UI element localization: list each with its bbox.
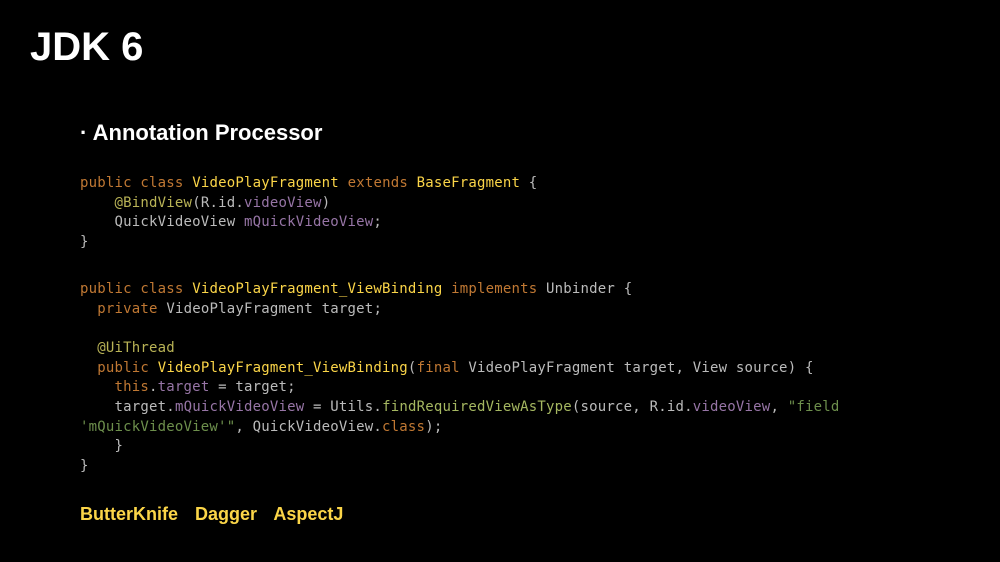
brace: } — [80, 234, 89, 250]
keyword-final: final — [417, 360, 460, 376]
var-ref: target — [115, 399, 167, 415]
slide-subtitle: · Annotation Processor — [80, 120, 970, 146]
keyword-public: public — [97, 360, 149, 376]
dot: . — [658, 399, 667, 415]
indent — [80, 360, 97, 376]
utils-ref: Utils — [330, 399, 373, 415]
dot: . — [373, 419, 382, 435]
indent — [80, 195, 115, 211]
semi: ; — [373, 214, 382, 230]
dot: . — [209, 195, 218, 211]
comma: , — [675, 360, 692, 376]
indent — [80, 399, 115, 415]
keyword-private: private — [97, 301, 157, 317]
brace: { — [520, 175, 537, 191]
keyword-this: this — [115, 379, 150, 395]
assign: = target; — [209, 379, 295, 395]
indent — [80, 438, 115, 454]
indent — [80, 340, 97, 356]
keyword-class: class — [140, 175, 183, 191]
brace: } — [115, 438, 124, 454]
class-name: VideoPlayFragment — [192, 175, 339, 191]
comma: , — [235, 419, 252, 435]
keyword-public: public — [80, 281, 132, 297]
r-ref: R — [650, 399, 659, 415]
lib-butterknife: ButterKnife — [80, 504, 178, 524]
method-call: findRequiredViewAsType — [382, 399, 572, 415]
dot: . — [373, 399, 382, 415]
dot: . — [149, 379, 158, 395]
base-class: BaseFragment — [417, 175, 521, 191]
class-ref: QuickVideoView — [253, 419, 374, 435]
param-name: source — [736, 360, 788, 376]
libraries-list: ButterKnife Dagger AspectJ — [80, 504, 970, 525]
indent — [80, 379, 115, 395]
code-block-2: public class VideoPlayFragment_ViewBindi… — [80, 280, 970, 476]
keyword-extends: extends — [348, 175, 408, 191]
keyword-class: class — [140, 281, 183, 297]
view-id: videoView — [244, 195, 322, 211]
paren: ( — [408, 360, 417, 376]
indent — [80, 214, 115, 230]
annotation: @UiThread — [97, 340, 175, 356]
field-name: mQuickVideoView — [244, 214, 373, 230]
constructor-name: VideoPlayFragment_ViewBinding — [158, 360, 408, 376]
view-id: videoView — [693, 399, 771, 415]
dot: . — [235, 195, 244, 211]
paren: ( — [192, 195, 201, 211]
close: ); — [425, 419, 442, 435]
args: (source, — [572, 399, 650, 415]
paren: ) — [322, 195, 331, 211]
assign: = — [304, 399, 330, 415]
param-name: target — [624, 360, 676, 376]
field-name: target — [322, 301, 374, 317]
indent — [80, 301, 97, 317]
slide-title: JDK 6 — [30, 25, 970, 70]
field-type: QuickVideoView — [115, 214, 236, 230]
field-ref: mQuickVideoView — [175, 399, 304, 415]
semi: ; — [373, 301, 382, 317]
annotation: @BindView — [115, 195, 193, 211]
param-type: View — [693, 360, 728, 376]
paren-brace: ) { — [788, 360, 814, 376]
string-literal: "field — [788, 399, 848, 415]
class-name: VideoPlayFragment_ViewBinding — [192, 281, 442, 297]
comma: , — [770, 399, 787, 415]
dot: . — [166, 399, 175, 415]
field-ref: target — [158, 379, 210, 395]
lib-dagger: Dagger — [195, 504, 257, 524]
code-block-1: public class VideoPlayFragment extends B… — [80, 174, 970, 252]
interface-name: Unbinder — [546, 281, 615, 297]
keyword-class-lit: class — [382, 419, 425, 435]
string-literal: 'mQuickVideoView'" — [80, 419, 235, 435]
dot: . — [684, 399, 693, 415]
slide: JDK 6 · Annotation Processor public clas… — [0, 0, 1000, 562]
param-type: VideoPlayFragment — [468, 360, 615, 376]
id-ref: id — [667, 399, 684, 415]
field-type: VideoPlayFragment — [166, 301, 313, 317]
lib-aspectj: AspectJ — [273, 504, 343, 524]
keyword-implements: implements — [451, 281, 537, 297]
space — [235, 214, 244, 230]
brace: } — [80, 458, 89, 474]
keyword-public: public — [80, 175, 132, 191]
id-ref: id — [218, 195, 235, 211]
brace: { — [615, 281, 632, 297]
